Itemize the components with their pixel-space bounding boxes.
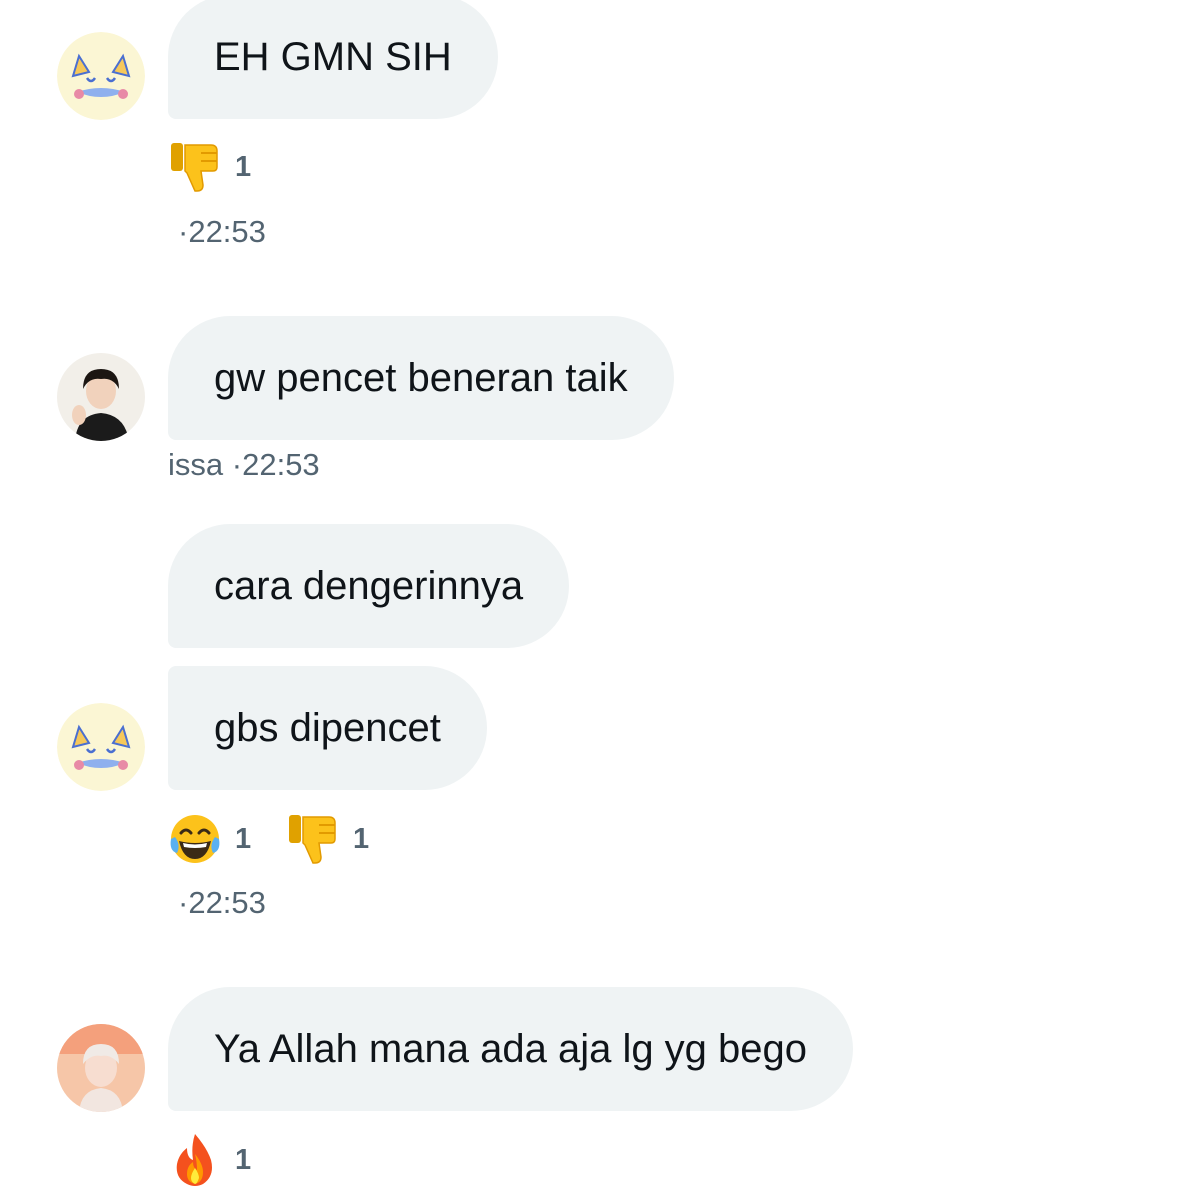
reaction-thumbs-down[interactable]: 1	[285, 811, 369, 867]
message-text: cara dengerinnya	[214, 563, 524, 608]
message-bubble[interactable]: gbs dipencet	[168, 666, 487, 790]
message-bubble[interactable]: EH GMN SIH	[168, 0, 498, 119]
message-meta: ·22:53	[178, 214, 266, 250]
sender-name: issa	[168, 447, 224, 482]
avatar-cat[interactable]	[57, 32, 145, 120]
thumbs-down-icon	[171, 143, 218, 192]
message-bubble[interactable]: cara dengerinnya	[168, 524, 570, 648]
avatar-issa[interactable]	[57, 353, 145, 441]
meta-separator: ·	[178, 214, 189, 249]
reaction-count: 1	[235, 822, 252, 855]
meta-separator: ·	[178, 885, 189, 920]
message-text: gbs dipencet	[214, 705, 441, 750]
message-bubble[interactable]: gw pencet beneran taik	[168, 316, 674, 440]
reaction-count: 1	[235, 1143, 252, 1176]
avatar-cat[interactable]	[57, 703, 145, 791]
avatar-user[interactable]	[57, 1024, 145, 1112]
thumbs-down-icon	[289, 815, 336, 864]
message-time: 22:53	[188, 214, 266, 249]
reaction-count: 1	[353, 822, 370, 855]
message-meta: ·22:53	[178, 885, 266, 921]
message-text: EH GMN SIH	[214, 34, 452, 79]
reaction-fire[interactable]: 1	[167, 1132, 251, 1188]
reaction-tears-of-joy[interactable]: 1	[167, 811, 251, 867]
meta-separator: ·	[231, 447, 243, 482]
message-time: 22:53	[242, 447, 320, 482]
fire-icon	[176, 1134, 212, 1186]
reaction-thumbs-down[interactable]: 1	[167, 139, 251, 195]
message-text: gw pencet beneran taik	[214, 355, 628, 400]
message-meta: issa ·22:53	[168, 447, 320, 483]
message-text: Ya Allah mana ada aja lg yg bego	[214, 1026, 808, 1071]
tears-of-joy-icon	[170, 815, 220, 863]
reaction-count: 1	[235, 150, 252, 183]
message-time: 22:53	[188, 885, 266, 920]
message-bubble[interactable]: Ya Allah mana ada aja lg yg bego	[168, 987, 854, 1111]
